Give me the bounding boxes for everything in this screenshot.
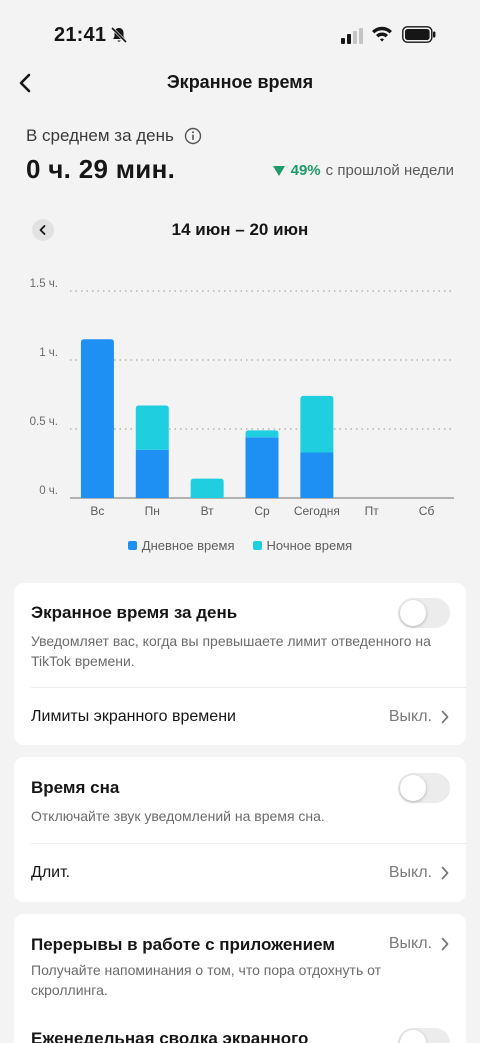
sleep-time-description: Отключайте звук уведомлений на время сна…: [31, 808, 325, 824]
screen-time-limits-status: Выкл.: [388, 708, 432, 725]
daily-screen-time-description: Уведомляет вас, когда вы превышаете лими…: [31, 633, 431, 669]
sleep-time-title: Время сна: [31, 778, 120, 797]
breaks-description: Получайте напоминания о том, что пора от…: [31, 962, 382, 998]
legend-label-day: Дневное время: [141, 538, 235, 553]
toggle-knob: [400, 1030, 426, 1043]
legend-label-night: Ночное время: [266, 538, 353, 553]
y-tick-label: 1 ч.: [39, 347, 58, 359]
breaks-value[interactable]: Выкл.: [389, 935, 450, 953]
duration-label[interactable]: Длит.: [31, 864, 70, 882]
sleep-time-card: Время сна Отключайте звук уведомлений на…: [14, 757, 466, 902]
legend-swatch-day: [127, 541, 137, 550]
duration-status: Выкл.: [388, 864, 432, 881]
duration-value[interactable]: Выкл.: [389, 864, 450, 882]
status-bar: 21:41: [0, 0, 480, 70]
average-value: 0 ч. 29 мин.: [26, 154, 176, 184]
y-tick-label: 1.5 ч.: [30, 278, 58, 290]
breaks-status: Выкл.: [388, 935, 432, 952]
chart-bar: [190, 478, 224, 498]
screen-time-chart: 0 ч. 0.5 ч. 1 ч. 1.5 ч. Вс Пн Вт Ср Сегодня Пт Сб: [30, 278, 454, 518]
x-tick-label: Вт: [201, 504, 215, 518]
week-range: 14 июн – 20 июн: [171, 220, 309, 239]
divider: [31, 843, 466, 844]
daily-screen-time-title: Экранное время за день: [31, 603, 238, 622]
weekly-summary-title: Еженедельная сводка экранного: [31, 1029, 309, 1043]
screen-time-limits-label[interactable]: Лимиты экранного времени: [31, 708, 236, 726]
y-tick-label: 0.5 ч.: [30, 416, 58, 428]
trend-indicator: 49% с прошлой недели: [272, 162, 454, 179]
toggle-knob: [400, 775, 426, 801]
screen-time-settings-card: Экранное время за день Уведомляет вас, к…: [14, 583, 466, 745]
info-icon[interactable]: [184, 127, 202, 145]
weekly-summary-toggle[interactable]: [398, 1028, 450, 1043]
breaks-title[interactable]: Перерывы в работе с приложением: [31, 935, 335, 955]
chart-bar: [135, 449, 169, 498]
divider: [31, 687, 466, 688]
y-tick-label: 0 ч.: [39, 485, 58, 497]
breaks-card: Перерывы в работе с приложением Выкл. По…: [14, 914, 466, 1043]
wifi-icon: [372, 26, 392, 42]
chevron-right-icon: [441, 866, 449, 880]
average-label: В среднем за день: [26, 126, 174, 145]
chart-bar: [80, 339, 114, 498]
trend-text: с прошлой недели: [325, 162, 454, 179]
x-tick-label: Сб: [419, 504, 435, 518]
signal-icon: [341, 28, 363, 44]
status-time: 21:41: [54, 24, 107, 46]
toggle-knob: [400, 600, 426, 626]
x-tick-label: Пт: [365, 504, 380, 518]
daily-screen-time-toggle[interactable]: [398, 598, 450, 628]
battery-icon: [402, 26, 436, 43]
chart-bar: [135, 405, 169, 450]
trend-down-icon: [272, 165, 285, 176]
chevron-right-icon: [441, 937, 449, 951]
x-tick-label: Пн: [145, 504, 160, 518]
trend-percent: 49%: [290, 162, 321, 179]
page-title: Экранное время: [166, 72, 314, 92]
x-tick-label: Ср: [254, 504, 270, 518]
chart-bar: [300, 395, 334, 453]
bell-muted-icon: [110, 26, 128, 44]
legend-item-night: Ночное время: [252, 538, 353, 553]
screen-time-limits-value[interactable]: Выкл.: [389, 708, 450, 726]
legend-swatch-night: [252, 541, 262, 550]
chart-bar: [245, 430, 279, 438]
chart-bar: [245, 437, 279, 498]
x-tick-label: Сегодня: [294, 504, 340, 518]
chart-legend: Дневное время Ночное время: [0, 538, 480, 553]
legend-item-day: Дневное время: [127, 538, 235, 553]
chevron-right-icon: [441, 710, 449, 724]
x-tick-label: Вс: [90, 504, 104, 518]
chart-bar: [300, 452, 334, 498]
sleep-time-toggle[interactable]: [398, 773, 450, 803]
